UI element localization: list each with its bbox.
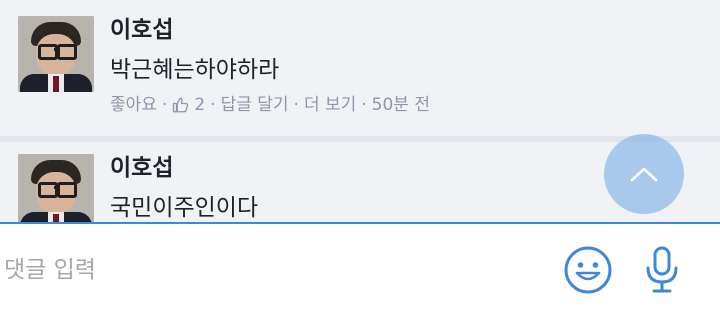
comment-list: 이호섭 박근혜는하야하라 좋아요 · 2 · 답글 달기 · 더 보기 · 50… — [0, 0, 720, 222]
microphone-button[interactable] — [638, 244, 686, 296]
comment-author[interactable]: 이호섭 — [110, 154, 173, 182]
emoji-button[interactable] — [562, 244, 614, 296]
comment-item: 이호섭 박근혜는하야하라 좋아요 · 2 · 답글 달기 · 더 보기 · 50… — [0, 0, 720, 136]
smiley-icon — [564, 246, 612, 294]
separator-dot: · — [210, 95, 216, 115]
comment-text: 박근혜는하야하라 — [110, 57, 280, 83]
chevron-up-icon — [630, 167, 658, 182]
thumbs-up-icon — [173, 97, 189, 113]
comment-input-bar — [0, 222, 720, 316]
avatar[interactable] — [18, 16, 94, 92]
separator-dot: · — [361, 95, 367, 115]
comment-input[interactable] — [0, 224, 540, 316]
comment-actions: 좋아요 · 2 · 답글 달기 · 더 보기 · 50분 전 — [110, 94, 430, 116]
separator-dot: · — [161, 95, 168, 115]
avatar[interactable] — [18, 154, 94, 222]
microphone-icon — [646, 246, 678, 293]
comment-text: 국민이주인이다 — [110, 195, 259, 221]
scroll-top-button[interactable] — [604, 134, 684, 214]
comment-author[interactable]: 이호섭 — [110, 16, 173, 44]
like-button[interactable]: 좋아요 — [110, 94, 157, 116]
like-count: 2 — [194, 95, 206, 115]
reply-button[interactable]: 답글 달기 — [221, 94, 289, 116]
comment-timestamp: 50분 전 — [371, 95, 430, 115]
separator-dot: · — [293, 95, 299, 115]
more-button[interactable]: 더 보기 — [304, 94, 356, 116]
